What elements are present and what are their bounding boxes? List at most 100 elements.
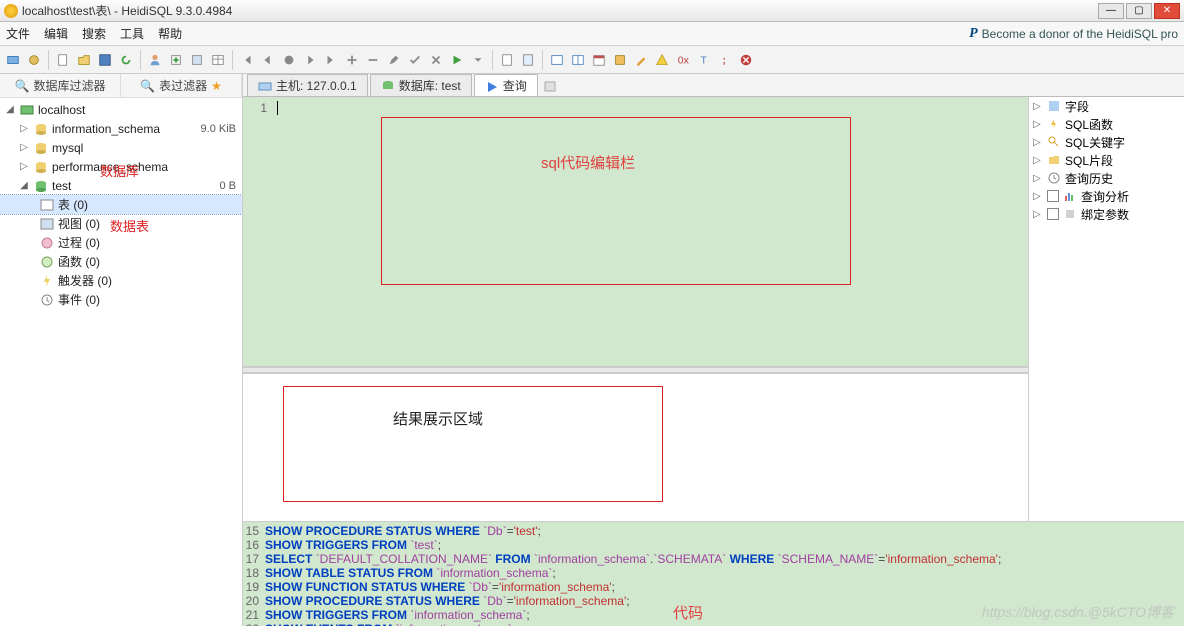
tree-tables[interactable]: 表 (0) <box>0 195 242 214</box>
tab-database[interactable]: 数据库: test <box>370 74 472 96</box>
tool-run-icon[interactable] <box>448 51 466 69</box>
tool-prev-icon[interactable] <box>259 51 277 69</box>
checkbox[interactable] <box>1047 190 1059 202</box>
expander-icon[interactable]: ◢ <box>18 180 30 191</box>
close-button[interactable]: ✕ <box>1154 3 1180 19</box>
tool-doc1-icon[interactable] <box>498 51 516 69</box>
tool-text-icon[interactable]: T <box>695 51 713 69</box>
rp-analysis[interactable]: ▷查询分析 <box>1029 187 1184 205</box>
view-icon <box>39 217 55 231</box>
star-icon: ★ <box>211 79 222 93</box>
tool-warning-icon[interactable] <box>653 51 671 69</box>
tab-host[interactable]: 主机: 127.0.0.1 <box>247 74 368 96</box>
database-icon <box>381 79 395 93</box>
tool-doc2-icon[interactable] <box>519 51 537 69</box>
rp-fields[interactable]: ▷字段 <box>1029 97 1184 115</box>
func-icon <box>39 255 55 269</box>
rp-sqlkeyword[interactable]: ▷SQL关键字 <box>1029 133 1184 151</box>
annotation-result: 结果展示区域 <box>393 408 483 429</box>
expander-icon[interactable]: ▷ <box>18 161 30 172</box>
tool-next-icon[interactable] <box>301 51 319 69</box>
tool-error-icon[interactable] <box>737 51 755 69</box>
tree-events[interactable]: 事件 (0) <box>0 290 242 309</box>
expander-icon[interactable]: ▷ <box>18 123 30 134</box>
tool-disconnect-icon[interactable] <box>25 51 43 69</box>
paypal-icon: P <box>969 26 978 42</box>
rp-bindparams[interactable]: ▷绑定参数 <box>1029 205 1184 223</box>
clock-icon <box>1047 171 1061 185</box>
tool-connect-icon[interactable] <box>4 51 22 69</box>
db-filter-tab[interactable]: 🔍 数据库过滤器 <box>0 74 121 97</box>
menu-file[interactable]: 文件 <box>6 25 30 42</box>
tool-last-icon[interactable] <box>322 51 340 69</box>
rp-sqlfunc[interactable]: ▷SQL函数 <box>1029 115 1184 133</box>
tool-run-dropdown-icon[interactable] <box>469 51 487 69</box>
tool-pencil-icon[interactable] <box>632 51 650 69</box>
tree-triggers[interactable]: 触发器 (0) <box>0 271 242 290</box>
tool-grid1-icon[interactable] <box>548 51 566 69</box>
database-icon <box>33 122 49 136</box>
tab-query[interactable]: 查询 <box>474 74 538 96</box>
watermark: https://blog.csdn.@5kCTO博客 <box>982 602 1174 622</box>
log-line: 19SHOW FUNCTION STATUS WHERE `Db`='infor… <box>243 580 1184 594</box>
tool-remove-icon[interactable] <box>364 51 382 69</box>
bolt-icon <box>1047 117 1061 131</box>
tool-stop2-icon[interactable]: 0x <box>674 51 692 69</box>
expander-icon[interactable]: ▷ <box>18 142 30 153</box>
rp-sqlsnippet[interactable]: ▷SQL片段 <box>1029 151 1184 169</box>
tree-root[interactable]: ◢ localhost <box>0 100 242 119</box>
tool-refresh-icon[interactable] <box>117 51 135 69</box>
folder-icon <box>1047 153 1061 167</box>
add-tab-button[interactable] <box>540 76 560 96</box>
tree-procedures[interactable]: 过程 (0) <box>0 233 242 252</box>
expander-icon[interactable]: ◢ <box>4 104 16 115</box>
tree-db[interactable]: ▷ information_schema 9.0 KiB <box>0 119 242 138</box>
param-icon <box>1063 207 1077 221</box>
tool-add-icon[interactable] <box>343 51 361 69</box>
proc-icon <box>39 236 55 250</box>
tool-check-icon[interactable] <box>406 51 424 69</box>
table-filter-tab[interactable]: 🔍 表过滤器 ★ <box>121 74 242 97</box>
tree-functions[interactable]: 函数 (0) <box>0 252 242 271</box>
plus-icon <box>543 79 557 93</box>
tabs-row: 主机: 127.0.0.1 数据库: test 查询 <box>243 74 1184 97</box>
menu-edit[interactable]: 编辑 <box>44 25 68 42</box>
tool-table-icon[interactable] <box>209 51 227 69</box>
donor-text: Become a donor of the HeidiSQL pro <box>982 27 1178 41</box>
app-icon <box>4 4 18 18</box>
tool-new-icon[interactable] <box>54 51 72 69</box>
tool-grid2-icon[interactable] <box>569 51 587 69</box>
donor-link[interactable]: P Become a donor of the HeidiSQL pro <box>969 26 1178 42</box>
tool-paint-icon[interactable] <box>611 51 629 69</box>
minimize-button[interactable]: — <box>1098 3 1124 19</box>
menu-search[interactable]: 搜索 <box>82 25 106 42</box>
tool-cancel-icon[interactable] <box>427 51 445 69</box>
tool-open-icon[interactable] <box>75 51 93 69</box>
annotation-box <box>381 117 851 285</box>
filter-icon: 🔍 <box>15 79 30 93</box>
annotation-table: 数据表 <box>110 216 149 235</box>
tool-export-icon[interactable] <box>167 51 185 69</box>
tool-stop-icon[interactable] <box>280 51 298 69</box>
checkbox[interactable] <box>1047 208 1059 220</box>
menu-help[interactable]: 帮助 <box>158 25 182 42</box>
tool-edit-icon[interactable] <box>385 51 403 69</box>
maximize-button[interactable]: ▢ <box>1126 3 1152 19</box>
db-tree[interactable]: ◢ localhost ▷ information_schema 9.0 KiB… <box>0 98 242 626</box>
svg-text:;: ; <box>722 54 726 66</box>
log-line: 16SHOW TRIGGERS FROM `test`; <box>243 538 1184 552</box>
tool-first-icon[interactable] <box>238 51 256 69</box>
code-area[interactable]: sql代码编辑栏 <box>271 97 1028 366</box>
tool-semicolon-icon[interactable]: ; <box>716 51 734 69</box>
database-icon <box>33 141 49 155</box>
log-line: 22SHOW EVENTS FROM `information_schema`; <box>243 622 1184 626</box>
menu-tools[interactable]: 工具 <box>120 25 144 42</box>
tool-import-icon[interactable] <box>188 51 206 69</box>
result-area: 结果展示区域 <box>243 373 1028 521</box>
tool-user-icon[interactable] <box>146 51 164 69</box>
rp-history[interactable]: ▷查询历史 <box>1029 169 1184 187</box>
tree-db[interactable]: ▷ mysql <box>0 138 242 157</box>
tool-save-icon[interactable] <box>96 51 114 69</box>
sql-editor[interactable]: 1 sql代码编辑栏 <box>243 97 1028 367</box>
tool-calendar-icon[interactable] <box>590 51 608 69</box>
